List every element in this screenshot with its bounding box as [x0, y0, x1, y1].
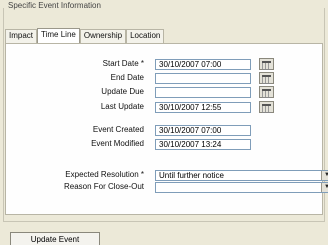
tab-time-line[interactable]: Time Line	[37, 28, 80, 43]
end-date-field[interactable]	[155, 73, 251, 84]
reason-close-out-select[interactable]: ▼	[155, 182, 328, 193]
expected-resolution-label: Expected Resolution *	[65, 170, 144, 179]
group-title: Specific Event Information	[6, 1, 103, 10]
last-update-label: Last Update	[100, 102, 144, 111]
chevron-down-icon[interactable]: ▼	[321, 171, 328, 180]
last-update-calendar-icon[interactable]	[259, 101, 274, 113]
update-event-button[interactable]: Update Event	[10, 232, 100, 245]
tab-impact[interactable]: Impact	[5, 29, 38, 43]
tab-location[interactable]: Location	[126, 29, 165, 43]
end-date-label: End Date	[110, 73, 144, 82]
tab-ownership[interactable]: Ownership	[79, 29, 127, 43]
event-created-field: 30/10/2007 07:00	[155, 125, 251, 136]
chevron-down-icon[interactable]: ▼	[321, 183, 328, 192]
event-modified-field: 30/10/2007 13:24	[155, 139, 251, 150]
start-date-field[interactable]: 30/10/2007 07:00	[155, 59, 251, 70]
update-due-label: Update Due	[101, 87, 144, 96]
event-created-label: Event Created	[92, 125, 144, 134]
tab-strip: Impact Time Line Ownership Location	[5, 28, 165, 43]
time-line-panel: Start Date * 30/10/2007 07:00 End Date U…	[5, 43, 328, 215]
update-due-field[interactable]	[155, 87, 251, 98]
event-modified-label: Event Modified	[91, 139, 144, 148]
end-date-calendar-icon[interactable]	[259, 72, 274, 84]
start-date-calendar-icon[interactable]	[259, 58, 274, 70]
update-due-calendar-icon[interactable]	[259, 86, 274, 98]
expected-resolution-value: Until further notice	[159, 171, 224, 180]
reason-close-out-label: Reason For Close-Out	[63, 182, 144, 191]
last-update-field[interactable]: 30/10/2007 12:55	[155, 102, 251, 113]
start-date-label: Start Date *	[102, 59, 144, 68]
expected-resolution-select[interactable]: Until further notice ▼	[155, 170, 328, 181]
